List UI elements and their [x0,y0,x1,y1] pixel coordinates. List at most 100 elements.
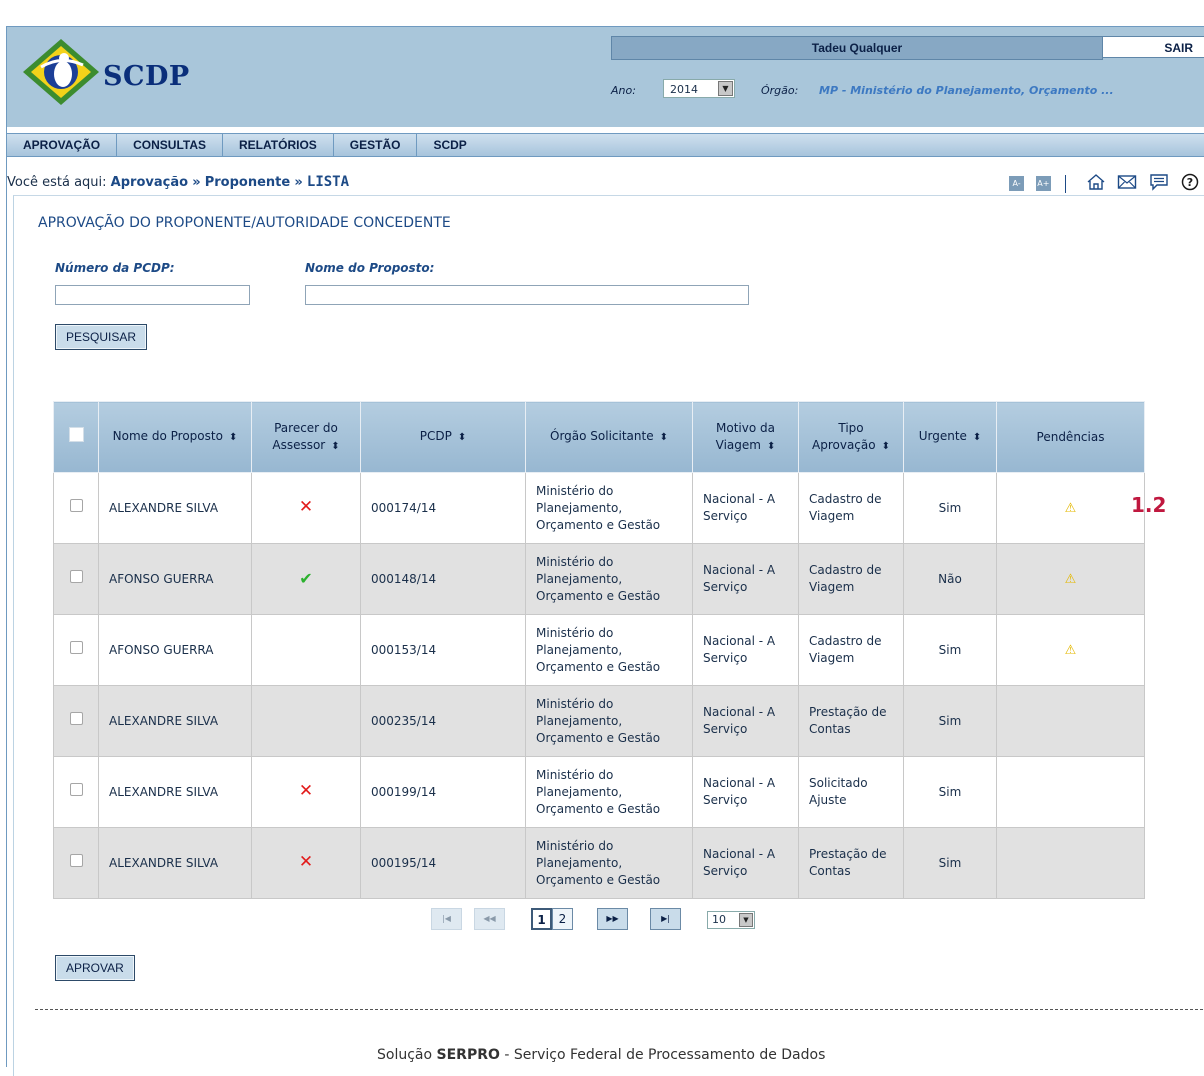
cell-pcdp[interactable]: 000195/14 [360,827,526,899]
col-parecer-label: Parecer do Assessor [272,420,338,452]
main-menu: APROVAÇÃO CONSULTAS RELATÓRIOS GESTÃO SC… [7,133,1204,157]
cell-tipo: Cadastro de Viagem [798,472,904,544]
page-1-button[interactable]: 1 [531,908,552,930]
cell-pcdp[interactable]: 000148/14 [360,543,526,615]
sort-icon[interactable]: ⬍ [882,441,890,452]
cell-urgente: Sim [903,756,997,828]
table-row[interactable]: AFONSO GUERRA ✔ 000148/14 Ministério do Pla… [53,543,1145,615]
col-pcdp[interactable]: PCDP ⬍ [360,401,526,473]
warning-icon[interactable]: ⚠ [1065,501,1077,516]
footer-divider [35,1009,1203,1010]
font-decrease-button[interactable]: A- [1009,176,1025,191]
table-row[interactable]: ALEXANDRE SILVA ✕ 000199/14 Ministério do P… [53,756,1145,828]
sort-icon[interactable]: ⬍ [973,432,981,443]
breadcrumb-aprovacao[interactable]: Aprovação [111,175,188,190]
header: SCDP Tadeu Qualquer SAIR Ano: 2014 ▼ Órg… [7,27,1204,127]
menu-relatorios[interactable]: RELATÓRIOS [223,134,334,156]
page-2-button[interactable]: 2 [552,908,573,930]
select-all-checkbox[interactable] [68,427,84,442]
page-size-value: 10 [712,913,726,926]
cell-motivo: Nacional - A Serviço [692,827,799,899]
cell-parecer: ✔ [251,543,361,615]
cell-pcdp[interactable]: 000174/14 [360,472,526,544]
cell-nome: AFONSO GUERRA [98,614,252,686]
nome-proposto-label: Nome do Proposto: [305,261,435,275]
col-tipo[interactable]: Tipo Aprovação ⬍ [798,401,904,473]
rejected-icon: ✕ [298,497,314,517]
logout-button[interactable]: SAIR [1102,36,1204,58]
sort-icon[interactable]: ⬍ [229,432,237,443]
svg-text:?: ? [1187,176,1193,189]
row-checkbox[interactable] [69,712,83,725]
col-parecer[interactable]: Parecer do Assessor ⬍ [251,401,361,473]
cell-pcdp[interactable]: 000199/14 [360,756,526,828]
font-increase-button[interactable]: A+ [1035,176,1051,191]
cell-parecer: ✕ [251,472,361,544]
numero-pcdp-label: Número da PCDP: [55,261,175,275]
warning-icon[interactable]: ⚠ [1065,643,1077,658]
cell-nome: ALEXANDRE SILVA [98,472,252,544]
next-page-button[interactable]: ▶▶ [597,908,628,930]
cell-orgao: Ministério do Planejamento, Orçamento e … [525,543,693,615]
row-checkbox[interactable] [69,641,83,654]
page-title: APROVAÇÃO DO PROPONENTE/AUTORIDADE CONCE… [38,215,451,231]
menu-aprovacao[interactable]: APROVAÇÃO [7,134,118,156]
cell-pcdp[interactable]: 000235/14 [360,685,526,757]
cell-tipo: Cadastro de Viagem [798,543,904,615]
chevron-down-icon[interactable]: ▼ [718,81,733,96]
row-checkbox[interactable] [69,783,83,796]
cell-nome: ALEXANDRE SILVA [98,756,252,828]
orgao-label: Órgão: [761,84,799,97]
search-button[interactable]: PESQUISAR [55,324,148,350]
annotation-label: 1.2 [1131,493,1167,517]
breadcrumb-separator-icon: » [294,175,303,190]
help-icon[interactable]: ? [1181,173,1199,194]
sort-icon[interactable]: ⬍ [660,432,668,443]
cell-orgao: Ministério do Planejamento, Orçamento e … [525,827,693,899]
home-icon[interactable] [1086,173,1106,194]
cell-orgao: Ministério do Planejamento, Orçamento e … [525,614,693,686]
menu-scdp[interactable]: SCDP [417,134,482,156]
table-row[interactable]: AFONSO GUERRA 000153/14 Ministério do Plan… [53,614,1145,686]
sort-icon[interactable]: ⬍ [458,432,466,443]
table-row[interactable]: ALEXANDRE SILVA 000235/14 Ministério do Pl… [53,685,1145,757]
cell-parecer: ✕ [251,827,361,899]
table-row[interactable]: ALEXANDRE SILVA ✕ 000195/14 Ministério do P… [53,827,1145,899]
ano-select[interactable]: 2014 ▼ [663,79,735,98]
col-urgente[interactable]: Urgente ⬍ [903,401,997,473]
row-checkbox[interactable] [69,854,83,867]
last-page-button[interactable]: ▶| [650,908,681,930]
col-motivo[interactable]: Motivo da Viagem ⬍ [692,401,799,473]
table-row[interactable]: ALEXANDRE SILVA ✕ 000174/14 Ministério do P… [53,472,1145,544]
approve-button[interactable]: APROVAR [55,955,135,981]
cell-urgente: Sim [903,827,997,899]
cell-motivo: Nacional - A Serviço [692,472,799,544]
orgao-value[interactable]: MP - Ministério do Planejamento, Orçamen… [819,84,1114,97]
row-checkbox[interactable] [69,570,83,583]
sort-icon[interactable]: ⬍ [331,441,339,452]
numero-pcdp-input[interactable] [55,285,250,305]
nome-proposto-input[interactable] [305,285,749,305]
cell-pcdp[interactable]: 000153/14 [360,614,526,686]
scdp-logo[interactable]: SCDP [21,37,191,107]
col-orgao[interactable]: Órgão Solicitante ⬍ [525,401,693,473]
menu-gestao[interactable]: GESTÃO [334,134,418,156]
chat-icon[interactable] [1149,173,1169,194]
sort-icon[interactable]: ⬍ [767,441,775,452]
col-nome[interactable]: Nome do Proposto ⬍ [98,401,252,473]
breadcrumb-proponente[interactable]: Proponente [205,175,290,190]
breadcrumb-current: LISTA [306,174,350,190]
prev-page-button[interactable]: ◀◀ [474,908,505,930]
warning-icon[interactable]: ⚠ [1065,572,1077,587]
menu-consultas[interactable]: CONSULTAS [117,134,224,156]
cell-urgente: Sim [903,614,997,686]
results-table: Nome do Proposto ⬍ Parecer do Assessor ⬍ P… [53,401,1145,899]
first-page-button[interactable]: |◀ [431,908,462,930]
row-checkbox[interactable] [69,499,83,512]
page-size-select[interactable]: 10 ▼ [707,911,755,929]
rejected-icon: ✕ [298,852,314,872]
mail-icon[interactable] [1117,174,1137,193]
col-tipo-label: Tipo Aprovação [812,420,876,452]
logo-emblem-icon [23,39,99,105]
chevron-down-icon[interactable]: ▼ [739,913,753,927]
